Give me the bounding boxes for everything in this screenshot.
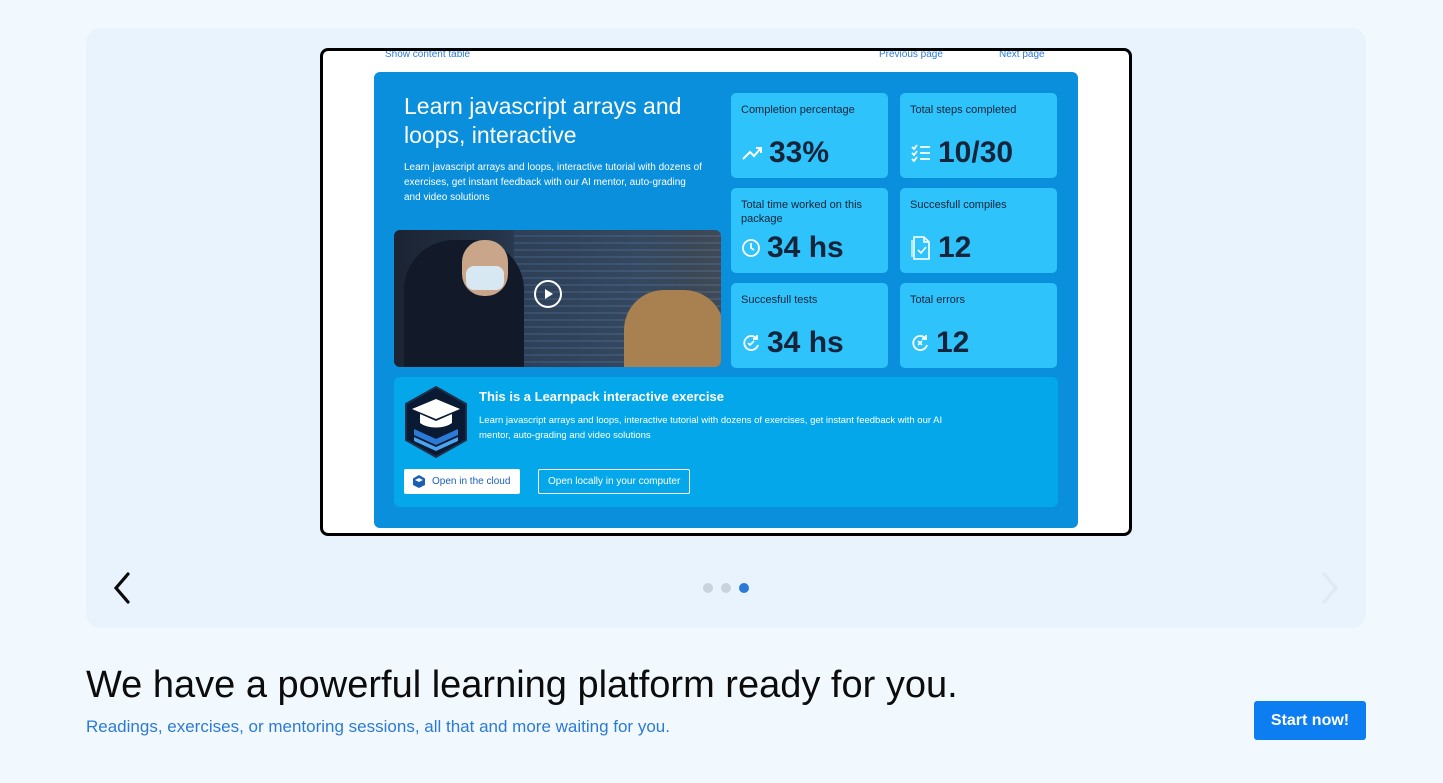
stat-label: Succesfull tests — [741, 294, 818, 306]
course-panel: Learn javascript arrays and loops, inter… — [374, 72, 1078, 528]
chevron-left-icon — [113, 572, 130, 604]
slide-topnav: Show content table Previous page Next pa… — [323, 51, 1129, 63]
checklist-icon — [911, 144, 930, 163]
trending-up-icon — [742, 147, 762, 160]
open-in-cloud-button[interactable]: Open in the cloud — [404, 469, 521, 494]
stat-label: Total time worked on this package — [741, 199, 863, 225]
stat-successful-tests: Succesfull tests 34 hs — [731, 283, 888, 368]
stat-completion-percentage: Completion percentage 33% — [731, 93, 888, 178]
previous-page-link[interactable]: Previous page — [879, 51, 943, 60]
refresh-error-icon — [912, 335, 928, 351]
stat-total-errors: Total errors 12 — [900, 283, 1057, 368]
video-thumbnail[interactable] — [394, 230, 721, 367]
carousel-next-button[interactable] — [1310, 568, 1350, 608]
start-now-button[interactable]: Start now! — [1254, 701, 1366, 740]
show-content-table-link[interactable]: Show content table — [385, 51, 470, 60]
next-page-link[interactable]: Next page — [999, 51, 1045, 60]
audience-figure — [624, 290, 721, 367]
open-in-cloud-label: Open in the cloud — [432, 476, 511, 487]
open-locally-label: Open locally in your computer — [548, 476, 681, 487]
hero-subtitle: Readings, exercises, or mentoring sessio… — [86, 717, 670, 736]
stat-total-time: Total time worked on this package 34 hs — [731, 188, 888, 273]
exercise-description: Learn javascript arrays and loops, inter… — [479, 415, 943, 441]
stat-label: Succesfull compiles — [910, 199, 1007, 211]
carousel-dot-2[interactable] — [721, 583, 731, 593]
course-description: Learn javascript arrays and loops, inter… — [404, 162, 702, 203]
refresh-check-icon — [743, 335, 759, 351]
learnpack-logo-icon — [405, 385, 467, 459]
carousel-dot-1[interactable] — [703, 583, 713, 593]
chevron-right-icon — [1322, 572, 1339, 604]
stat-value: 33% — [769, 136, 830, 169]
learnpack-small-icon — [413, 475, 425, 488]
stat-successful-compiles: Succesfull compiles 12 — [900, 188, 1057, 273]
carousel-dot-3[interactable] — [739, 583, 749, 593]
carousel-prev-button[interactable] — [102, 568, 142, 608]
stat-value: 12 — [938, 231, 972, 264]
carousel-dots — [703, 583, 749, 593]
stat-label: Total steps completed — [910, 104, 1017, 116]
course-title: Learn javascript arrays and loops, inter… — [404, 93, 682, 148]
document-check-icon — [911, 236, 930, 260]
play-icon[interactable] — [534, 280, 562, 308]
open-locally-button[interactable]: Open locally in your computer — [538, 469, 691, 494]
carousel: Show content table Previous page Next pa… — [86, 28, 1366, 628]
stat-value: 34 hs — [767, 231, 844, 264]
stat-value: 12 — [936, 326, 970, 359]
presenter-figure — [404, 240, 524, 367]
clock-icon — [742, 239, 760, 257]
stat-value: 10/30 — [938, 136, 1014, 169]
stat-value: 34 hs — [767, 326, 844, 359]
stat-label: Completion percentage — [741, 104, 855, 116]
slide-frame: Show content table Previous page Next pa… — [320, 48, 1132, 536]
learnpack-exercise-card: This is a Learnpack interactive exercise… — [394, 377, 1058, 507]
hero-title: We have a powerful learning platform rea… — [86, 664, 958, 706]
exercise-title: This is a Learnpack interactive exercise — [479, 389, 724, 404]
stat-label: Total errors — [910, 294, 966, 306]
stat-total-steps: Total steps completed 10/30 — [900, 93, 1057, 178]
